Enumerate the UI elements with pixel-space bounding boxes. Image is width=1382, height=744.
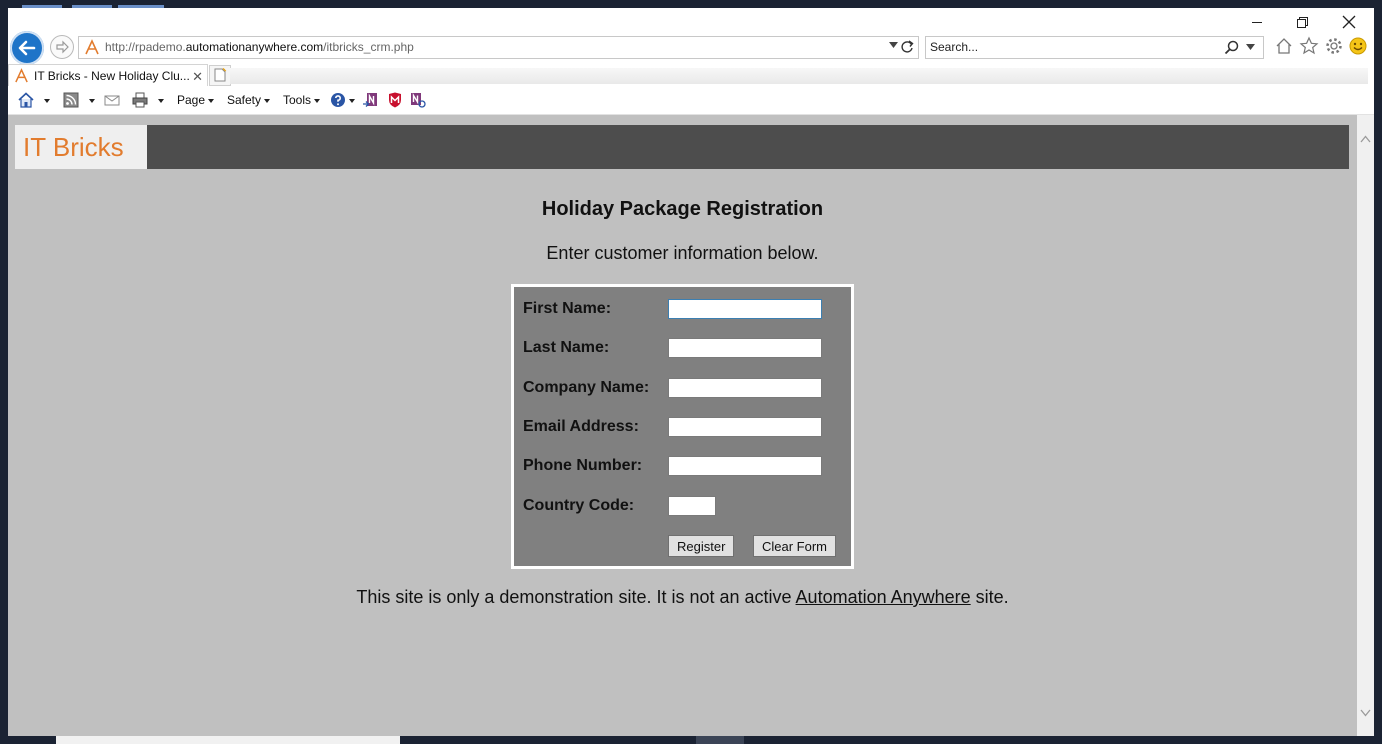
search-box xyxy=(925,36,1264,59)
page-viewport: IT Bricks Holiday Package Registration E… xyxy=(8,115,1357,736)
register-button[interactable]: Register xyxy=(668,535,735,557)
registration-form: First Name: Last Name: Company Name: Ema… xyxy=(511,284,854,569)
desktop-top-strip xyxy=(0,0,1382,8)
search-input[interactable] xyxy=(930,39,1220,55)
disclaimer-suffix: site. xyxy=(970,587,1009,607)
search-icon[interactable] xyxy=(1224,40,1239,55)
last-name-input[interactable] xyxy=(668,338,822,358)
chevron-down-icon[interactable] xyxy=(44,99,50,103)
minimize-button[interactable] xyxy=(1248,14,1268,30)
address-url[interactable]: http://rpademo.automationanywhere.com/it… xyxy=(105,40,414,54)
disclaimer-text: This site is only a demonstration site. … xyxy=(356,587,796,607)
home-icon[interactable] xyxy=(18,92,34,108)
chevron-down-icon[interactable] xyxy=(1246,44,1255,50)
page-menu[interactable]: Page xyxy=(177,93,215,107)
restore-button[interactable] xyxy=(1293,14,1313,30)
vertical-scrollbar[interactable] xyxy=(1357,115,1374,736)
browser-window: http://rpademo.automationanywhere.com/it… xyxy=(8,8,1374,736)
browser-tab[interactable]: IT Bricks - New Holiday Clu... ✕ xyxy=(8,64,208,87)
tab-favicon-icon xyxy=(15,68,28,83)
chevron-down-icon[interactable] xyxy=(889,42,898,48)
tab-strip xyxy=(230,68,1368,84)
first-name-input[interactable] xyxy=(668,299,822,319)
close-icon xyxy=(1342,15,1356,29)
last-name-label: Last Name: xyxy=(523,339,610,356)
chevron-down-icon[interactable] xyxy=(89,99,95,103)
onenote-linked-notes-icon[interactable] xyxy=(410,92,426,108)
chevron-down-icon[interactable] xyxy=(349,99,355,103)
onenote-send-icon[interactable] xyxy=(362,92,378,108)
safety-menu[interactable]: Safety xyxy=(227,93,271,107)
chevron-down-icon xyxy=(208,98,215,103)
automation-anywhere-link[interactable]: Automation Anywhere xyxy=(796,587,971,607)
mail-icon[interactable] xyxy=(104,92,120,108)
help-icon[interactable] xyxy=(330,92,346,108)
chevron-down-icon xyxy=(264,98,271,103)
taskbar-item[interactable] xyxy=(696,736,744,744)
tools-menu-label: Tools xyxy=(283,93,312,107)
forward-button[interactable] xyxy=(50,35,74,59)
back-button[interactable] xyxy=(10,31,44,65)
site-favicon-icon xyxy=(85,39,99,55)
chevron-down-icon[interactable] xyxy=(158,99,164,103)
company-name-label: Company Name: xyxy=(523,379,650,396)
company-name-input[interactable] xyxy=(668,378,822,398)
page-menu-label: Page xyxy=(177,93,206,107)
new-tab-icon xyxy=(214,68,227,82)
email-address-input[interactable] xyxy=(668,417,822,437)
country-code-input[interactable] xyxy=(668,496,716,516)
taskbar xyxy=(0,736,1382,744)
page-title: Holiday Package Registration xyxy=(541,198,824,220)
title-bar xyxy=(8,8,1374,36)
scroll-down-arrow-icon[interactable] xyxy=(1360,709,1371,717)
smiley-feedback-icon[interactable] xyxy=(1348,36,1368,56)
email-address-label: Email Address: xyxy=(523,418,639,435)
home-icon[interactable] xyxy=(1274,36,1294,56)
phone-number-label: Phone Number: xyxy=(523,457,643,474)
site-logo[interactable]: IT Bricks xyxy=(15,125,147,169)
favorites-star-icon[interactable] xyxy=(1299,36,1319,56)
clear-form-button[interactable]: Clear Form xyxy=(753,535,837,557)
command-bar: Page Safety Tools xyxy=(8,86,1374,115)
scroll-up-arrow-icon[interactable] xyxy=(1360,135,1371,143)
tab-title: IT Bricks - New Holiday Clu... xyxy=(34,69,190,83)
taskbar-window-thumbnail[interactable] xyxy=(56,736,400,744)
tools-menu[interactable]: Tools xyxy=(283,93,321,107)
forward-arrow-icon xyxy=(56,40,69,54)
first-name-label: First Name: xyxy=(523,300,612,317)
address-bar[interactable]: http://rpademo.automationanywhere.com/it… xyxy=(78,36,919,59)
safety-menu-label: Safety xyxy=(227,93,262,107)
gear-icon[interactable] xyxy=(1324,36,1344,56)
close-window-button[interactable] xyxy=(1339,14,1359,30)
mcafee-shield-icon[interactable] xyxy=(387,92,403,108)
country-code-label: Country Code: xyxy=(523,497,635,514)
refresh-icon[interactable] xyxy=(899,39,915,55)
tab-close-icon[interactable]: ✕ xyxy=(192,69,203,85)
demo-disclaimer: This site is only a demonstration site. … xyxy=(8,587,1357,608)
new-tab-button[interactable] xyxy=(209,65,231,86)
site-header-bar: IT Bricks xyxy=(15,125,1349,169)
feeds-icon[interactable] xyxy=(63,92,79,108)
back-arrow-icon xyxy=(18,40,36,56)
chevron-down-icon xyxy=(314,98,321,103)
phone-number-input[interactable] xyxy=(668,456,822,476)
page-subtitle: Enter customer information below. xyxy=(546,243,819,263)
print-icon[interactable] xyxy=(132,92,148,108)
